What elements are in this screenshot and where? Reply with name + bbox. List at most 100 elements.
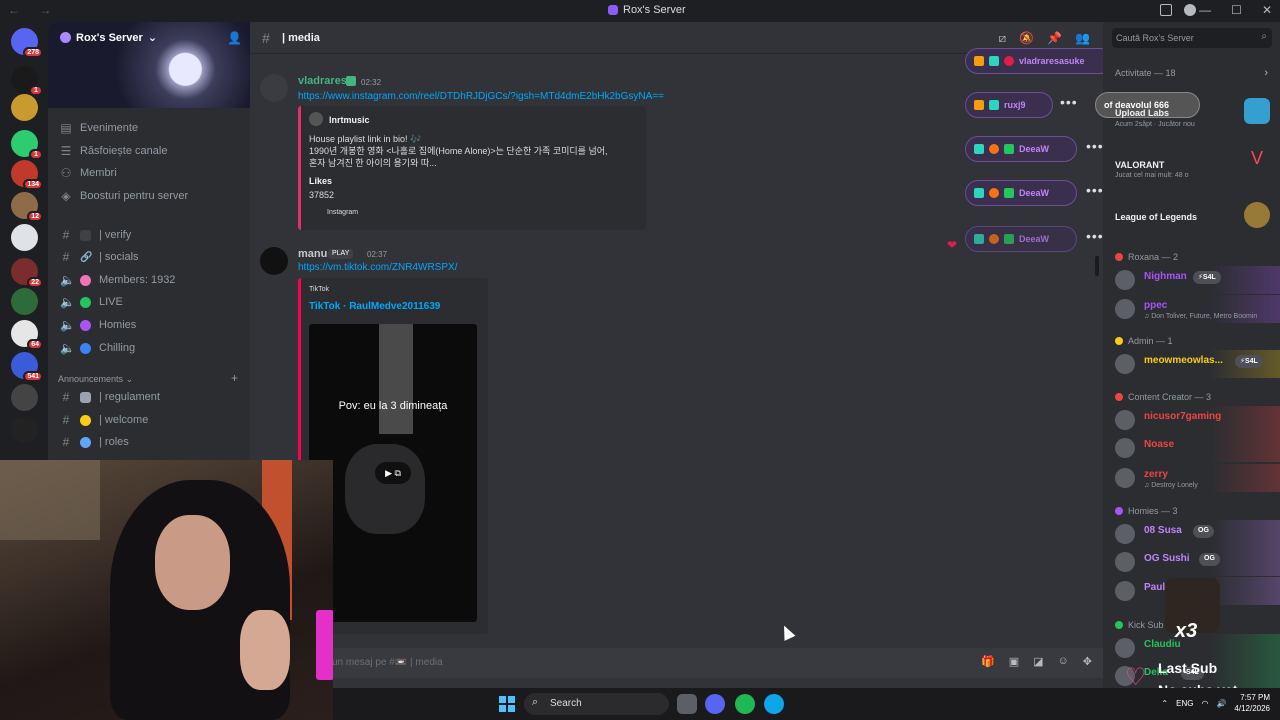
activity-game[interactable]: VALORANT [1115, 160, 1164, 170]
server-icon[interactable] [11, 416, 38, 443]
hash-icon: # [62, 390, 70, 404]
member-list-icon[interactable]: 👥 [1075, 31, 1090, 46]
tray-chevron-icon[interactable]: ⌃ [1161, 699, 1168, 708]
server-search[interactable]: Caută Rox's Server ⌕ [1112, 28, 1272, 48]
search-input[interactable]: Caută Rox's Server [1116, 33, 1194, 43]
sidebar-item-events[interactable]: ▤ Evenimente [56, 118, 244, 138]
voice-homies[interactable]: 🔈 Homies [56, 315, 244, 335]
server-icon[interactable]: 1 [11, 130, 43, 160]
server-icon[interactable]: 541 [11, 352, 43, 382]
sidebar-item-members[interactable]: ⚇ Membri [56, 163, 244, 183]
pin-icon[interactable]: 📌 [1047, 31, 1062, 46]
voice-members[interactable]: 🔈 Members: 1932 [56, 270, 244, 290]
invite-icon[interactable]: 👤 [227, 31, 242, 45]
activity-game[interactable]: League of Legends [1115, 212, 1197, 222]
server-icon[interactable]: 64 [11, 320, 43, 350]
avatar [1115, 438, 1135, 458]
voice-chilling[interactable]: 🔈 Chilling [56, 338, 244, 358]
avatar[interactable] [260, 74, 288, 102]
server-icon[interactable]: 134 [11, 160, 43, 190]
help-icon[interactable] [1184, 4, 1196, 16]
avatar [1115, 524, 1135, 544]
video-player[interactable]: Pov: eu la 3 dimineața ▶ ⧉ [309, 324, 477, 622]
language-indicator[interactable]: ENG [1176, 699, 1193, 708]
activity-game[interactable]: Upload Labs [1115, 108, 1169, 118]
apps-icon[interactable]: ✥ [1083, 655, 1092, 668]
channel-roles[interactable]: # | roles [56, 432, 244, 452]
channel-verify[interactable]: # | verify [56, 225, 244, 245]
more-icon[interactable]: ••• [1086, 138, 1104, 154]
server-icon[interactable] [11, 224, 38, 251]
channel-welcome[interactable]: # | welcome [56, 410, 244, 430]
server-icon[interactable] [11, 288, 38, 315]
message-composer[interactable]: un mesaj pe #📼 | media 🎁 ▣ ◪ ☺ ✥ [330, 648, 1110, 678]
chevron-right-icon[interactable]: › [1264, 67, 1268, 79]
embed-title[interactable]: TikTok · RaulMedve2011639 [309, 301, 440, 312]
server-icon[interactable] [11, 94, 38, 121]
sidebar-item-browse[interactable]: ☰ Răsfoiește canale [56, 141, 244, 161]
avatar[interactable] [260, 247, 288, 275]
server-icon[interactable]: 12 [11, 192, 43, 222]
badge-icon [1004, 188, 1014, 198]
windows-start-icon[interactable] [499, 696, 515, 712]
volume-icon[interactable]: 🔊 [1216, 699, 1226, 708]
taskbar-search[interactable]: ⌕ Search [524, 693, 669, 715]
message-author[interactable]: manu [298, 248, 327, 260]
member-row[interactable]: nicusor7gaming [1103, 406, 1280, 434]
server-icon[interactable]: 22 [11, 258, 43, 288]
clock[interactable]: 7:57 PM 4/12/2026 [1234, 692, 1270, 714]
embed-author[interactable]: lnrtmusic [329, 115, 370, 125]
member-row[interactable]: Nighman ⚡S4L [1103, 266, 1280, 294]
voice-live[interactable]: 🔈 LIVE [56, 292, 244, 312]
sidebar-item-boosts[interactable]: ◈ Boosturi pentru server [56, 186, 244, 206]
inbox-icon[interactable] [1160, 4, 1172, 16]
gif-icon[interactable]: ▣ [1009, 655, 1019, 668]
history-nav[interactable]: ← → [8, 3, 59, 17]
more-icon[interactable]: ••• [1060, 94, 1078, 110]
member-row[interactable]: 08 Susa OG [1103, 520, 1280, 548]
minimize-button[interactable]: — [1199, 3, 1211, 17]
spotify-icon[interactable] [735, 694, 755, 714]
category-label: Announcements [58, 374, 124, 384]
sticker-icon[interactable]: ◪ [1033, 655, 1043, 668]
member-row[interactable]: OG Sushi OG [1103, 548, 1280, 576]
gift-icon[interactable]: 🎁 [981, 655, 995, 668]
message-link[interactable]: https://vm.tiktok.com/ZNR4WRSPX/ [298, 262, 457, 273]
reaction-name: DeeaW [1019, 188, 1050, 198]
wifi-icon[interactable]: ◠ [1201, 699, 1208, 708]
more-icon[interactable]: ••• [1086, 228, 1104, 244]
threads-icon[interactable]: ⧄ [999, 31, 1007, 46]
avatar [989, 234, 999, 244]
message-author[interactable]: vladrares [298, 75, 347, 87]
guild-tag: ⚡S4L [1235, 355, 1263, 368]
close-button[interactable]: ✕ [1262, 3, 1272, 17]
server-icon[interactable]: 1 [11, 66, 43, 96]
profile-effect [1210, 520, 1280, 548]
play-icon[interactable]: ▶ ⧉ [375, 462, 411, 484]
message-link[interactable]: https://www.instagram.com/reel/DTDhRJDjG… [298, 91, 664, 102]
member-group-label: Roxana — 2 [1128, 252, 1179, 262]
emoji-icon[interactable]: ☺ [1058, 655, 1069, 668]
member-row[interactable]: Noase [1103, 434, 1280, 462]
scrollbar[interactable] [1095, 256, 1099, 276]
member-row[interactable]: zerry ♫ Destroy Lonely [1103, 464, 1280, 492]
channel-regulament[interactable]: # | regulament [56, 387, 244, 407]
server-banner[interactable]: Rox's Server ⌄ 👤 [48, 22, 250, 108]
edge-icon[interactable] [764, 694, 784, 714]
more-icon[interactable]: ••• [1086, 182, 1104, 198]
maximize-button[interactable]: ☐ [1231, 3, 1242, 17]
task-view-icon[interactable] [677, 694, 697, 714]
category-announcements[interactable]: Announcements ⌄ [58, 374, 133, 385]
member-row[interactable]: meowmeowlas... ⚡S4L [1103, 350, 1280, 378]
mute-bell-icon[interactable]: 🔕 [1019, 31, 1034, 46]
server-icon[interactable]: 278 [11, 28, 43, 58]
profile-effect [1210, 434, 1280, 462]
discord-icon[interactable] [705, 694, 725, 714]
member-row[interactable]: ppec ♫ Don Toliver, Future, Metro Boomin [1103, 295, 1280, 323]
channel-socials[interactable]: # 🔗 | socials [56, 247, 244, 267]
add-channel-icon[interactable]: + [231, 371, 238, 385]
server-header[interactable]: Rox's Server ⌄ [60, 31, 157, 44]
league-icon [1244, 202, 1270, 228]
guild-tag: OG [1193, 525, 1214, 538]
server-icon[interactable] [11, 384, 38, 411]
